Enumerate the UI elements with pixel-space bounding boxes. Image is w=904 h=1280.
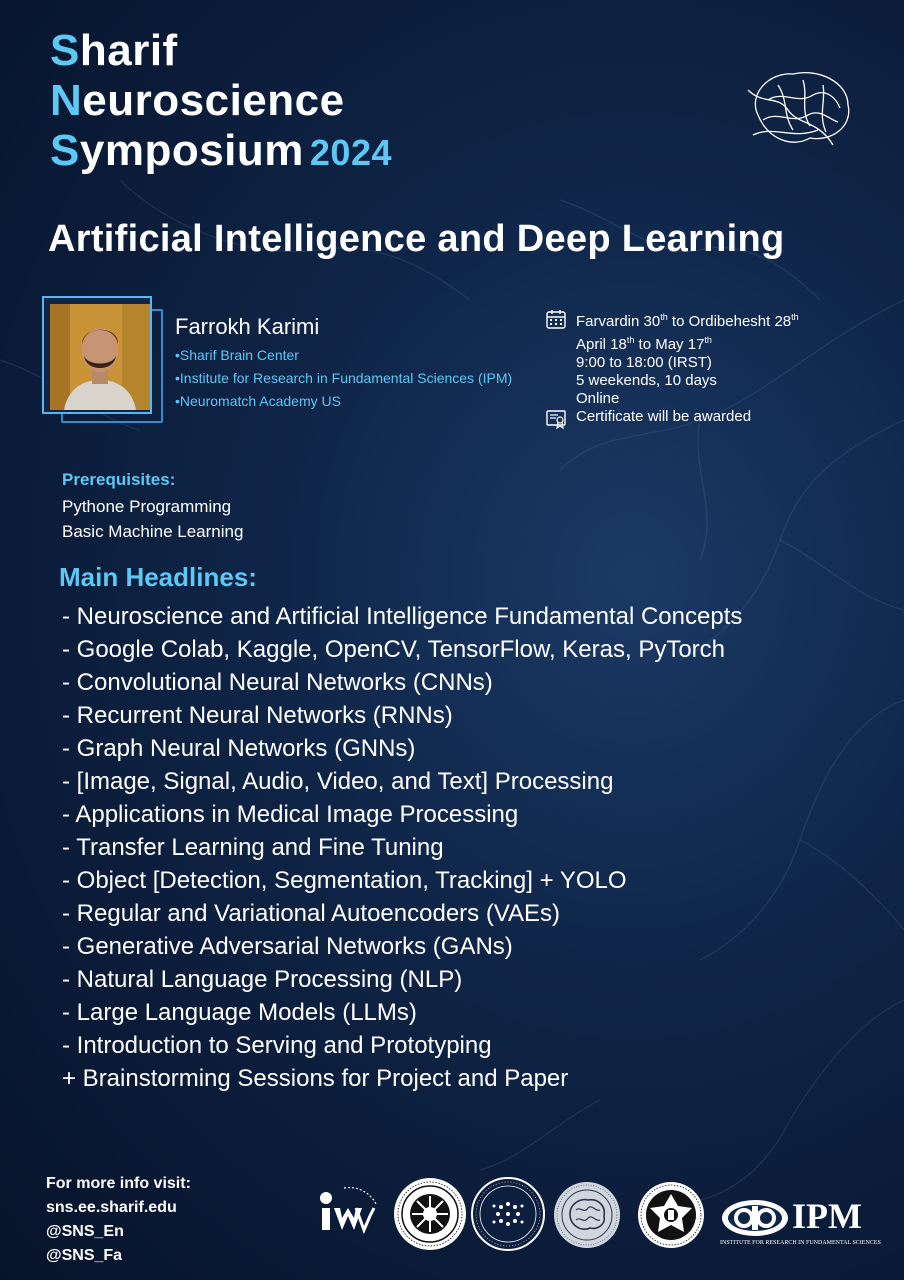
headline-item: - Applications in Medical Image Processi… [62,801,519,828]
headline-item: + Brainstorming Sessions for Project and… [62,1065,569,1092]
headlines-list: - Neuroscience and Artificial Intelligen… [62,600,742,1095]
headline-item: - [Image, Signal, Audio, Video, and Text… [62,768,614,795]
headline-item: - Generative Adversarial Networks (GANs) [62,933,513,960]
sharif-university-logo-icon [638,1182,704,1248]
date-start: April 18 [576,336,627,353]
title-line-sharif: Sharif [50,26,392,76]
prerequisite-item: Basic Machine Learning [62,522,244,541]
persian-date-end: to Ordibehesht 28 [667,313,792,330]
brain-logo-icon [747,72,850,146]
certificate-text: Certificate will be awarded [576,408,752,425]
headline-item: - Large Language Models (LLMs) [62,999,417,1026]
title-initial: S [50,126,80,175]
headline-item: - Recurrent Neural Networks (RNNs) [62,702,453,729]
title-word: ymposium [79,126,304,175]
contact-label: For more info visit: [46,1175,191,1192]
persian-date-start: Farvardin 30 [576,313,661,330]
ordinal-suffix: th [704,335,712,345]
certificate-icon [546,410,566,430]
duration: 5 weekends, 10 days [576,372,717,389]
headline-item: - Graph Neural Networks (GNNs) [62,735,416,762]
iranian-neuroscience-society-logo-icon [471,1177,545,1251]
delivery-mode: Online [576,390,620,407]
speaker-photo [50,304,150,410]
headline-item: - Transfer Learning and Fine Tuning [62,834,444,861]
title-line-symposium: Symposium 2024 [50,126,392,178]
social-handle-en[interactable]: @SNS_En [46,1220,191,1244]
certificate-info: Certificate will be awarded [545,408,751,430]
iww-logo-icon [320,1186,377,1235]
website-link[interactable]: sns.ee.sharif.edu [46,1196,191,1220]
course-title: Artificial Intelligence and Deep Learnin… [48,218,785,260]
date-end: to May 17 [634,336,705,353]
affiliation-neuromatch: •Neuromatch Academy US [175,393,341,409]
title-initial: S [50,26,80,75]
ipm-logo: IPM INSTITUTE FOR RESEARCH IN FUNDAMENTA… [720,1196,881,1254]
headline-item: - Introduction to Serving and Prototypin… [62,1032,492,1059]
prerequisite-item: Pythone Programming [62,497,232,516]
title-initial: N [50,76,83,125]
contact-info: For more info visit: sns.ee.sharif.edu @… [46,1172,191,1268]
headline-item: - Object [Detection, Segmentation, Track… [62,867,627,894]
symposium-title: Sharif Neuroscience Symposium 2024 [50,26,392,178]
speaker-name: Farrokh Karimi [175,314,320,339]
ipm-caption: INSTITUTE FOR RESEARCH IN FUNDAMENTAL SC… [720,1240,881,1246]
ordinal-suffix: th [791,312,799,322]
headline-item: - Google Colab, Kaggle, OpenCV, TensorFl… [62,636,726,663]
persian-dates: Farvardin 30th to Ordibehesht 28th [576,308,799,331]
ordinal-suffix: th [660,312,668,322]
gregorian-dates: April 18th to May 17th [576,331,799,354]
ipm-wordmark: IPM [792,1196,862,1236]
schedule-lines: Farvardin 30th to Ordibehesht 28th April… [576,308,799,408]
ipm-emblem-icon [722,1200,788,1236]
headline-item: - Neuroscience and Artificial Intelligen… [62,603,743,630]
title-line-neuroscience: Neuroscience [50,76,392,126]
headlines-title: Main Headlines: [59,562,257,592]
affiliation-sharif-brain-center: •Sharif Brain Center [175,347,299,363]
session-time: 9:00 to 18:00 (IRST) [576,354,712,371]
headline-item: - Regular and Variational Autoencoders (… [62,900,561,927]
affiliation-ipm: •Institute for Research in Fundamental S… [175,370,513,386]
headline-item: - Natural Language Processing (NLP) [62,966,463,993]
iranian-neuroscience-society-seal-icon [394,1178,466,1250]
brain-seal-logo-icon [554,1182,620,1248]
calendar-icon [546,310,566,329]
headline-item: - Convolutional Neural Networks (CNNs) [62,669,493,696]
title-word: euroscience [82,76,345,125]
schedule-info: Farvardin 30th to Ordibehesht 28th April… [545,308,799,408]
social-handle-fa[interactable]: @SNS_Fa [46,1244,191,1268]
prerequisites-label: Prerequisites: [62,470,176,489]
title-word: harif [79,26,178,75]
symposium-year: 2024 [309,132,392,173]
